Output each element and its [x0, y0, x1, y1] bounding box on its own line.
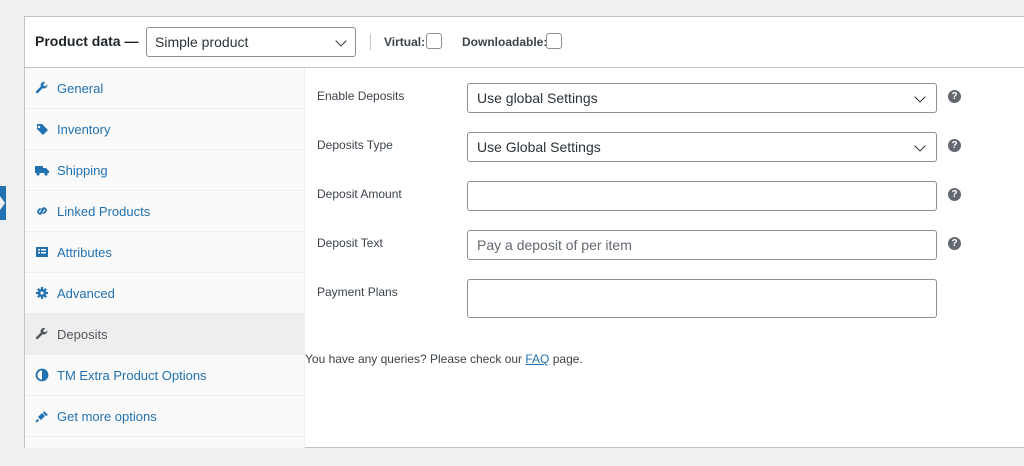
tab-label: Shipping	[57, 162, 108, 178]
plugin-icon	[35, 409, 49, 423]
faq-link[interactable]: FAQ	[525, 352, 549, 366]
downloadable-label: Downloadable:	[462, 35, 548, 49]
help-icon[interactable]: ?	[948, 188, 961, 201]
chevron-down-icon	[914, 140, 926, 152]
product-data-tabs: General Inventory Shipping Linked Produc…	[25, 68, 305, 448]
tab-deposits[interactable]: Deposits	[25, 314, 304, 355]
chevron-down-icon	[914, 91, 926, 103]
enable-deposits-select[interactable]: Use global Settings	[467, 83, 937, 113]
tab-label: Get more options	[57, 408, 157, 424]
tab-shipping[interactable]: Shipping	[25, 150, 304, 191]
product-data-panel: Product data — Simple product Virtual: D…	[24, 16, 1024, 448]
deposit-amount-input[interactable]	[467, 181, 937, 211]
panel-header: Product data — Simple product Virtual: D…	[25, 17, 1024, 68]
tab-general[interactable]: General	[25, 68, 304, 109]
help-icon[interactable]: ?	[948, 237, 961, 250]
header-divider	[370, 34, 371, 50]
deposit-text-label: Deposit Text	[317, 236, 383, 250]
link-icon	[35, 204, 49, 218]
faq-note: You have any queries? Please check our F…	[305, 352, 583, 366]
half-circle-icon	[35, 368, 49, 382]
truck-icon	[35, 163, 49, 177]
list-icon	[35, 245, 49, 259]
deposits-type-select[interactable]: Use Global Settings	[467, 132, 937, 162]
tab-label: Attributes	[57, 244, 112, 260]
panel-title: Product data —	[35, 33, 139, 49]
deposit-text-input[interactable]: Pay a deposit of per item	[467, 230, 937, 260]
deposits-type-label: Deposits Type	[317, 138, 393, 152]
virtual-label: Virtual:	[384, 35, 426, 49]
left-gutter	[0, 0, 6, 466]
product-type-select[interactable]: Simple product	[146, 27, 356, 57]
tab-label: TM Extra Product Options	[57, 367, 207, 383]
tag-icon	[35, 122, 49, 136]
tab-label: Deposits	[57, 326, 108, 342]
deposit-amount-label: Deposit Amount	[317, 187, 402, 201]
chevron-down-icon	[335, 35, 347, 47]
enable-deposits-value: Use global Settings	[477, 90, 598, 106]
wrench-icon	[35, 81, 49, 95]
virtual-checkbox[interactable]	[426, 33, 442, 49]
tab-advanced[interactable]: Advanced	[25, 273, 304, 314]
gear-icon	[35, 286, 49, 300]
payment-plans-label: Payment Plans	[317, 285, 398, 299]
tab-label: Linked Products	[57, 203, 151, 219]
tab-inventory[interactable]: Inventory	[25, 109, 304, 150]
tab-attributes[interactable]: Attributes	[25, 232, 304, 273]
enable-deposits-label: Enable Deposits	[317, 89, 405, 103]
deposits-type-value: Use Global Settings	[477, 139, 601, 155]
help-icon[interactable]: ?	[948, 90, 961, 103]
tab-label: Inventory	[57, 121, 111, 137]
product-type-value: Simple product	[155, 34, 249, 50]
deposits-panel: Enable Deposits Use global Settings ? De…	[305, 68, 1024, 448]
faq-note-text-end: page.	[549, 352, 583, 366]
downloadable-checkbox[interactable]	[546, 33, 562, 49]
tab-label: Advanced	[57, 285, 115, 301]
tab-get-more-options[interactable]: Get more options	[25, 396, 304, 437]
tab-label: General	[57, 80, 104, 96]
sidebar-collapse-tab[interactable]	[0, 186, 6, 220]
wrench-icon	[35, 327, 49, 341]
tab-linked-products[interactable]: Linked Products	[25, 191, 304, 232]
faq-note-text: You have any queries? Please check our	[305, 352, 526, 366]
payment-plans-select[interactable]	[467, 279, 937, 318]
help-icon[interactable]: ?	[948, 139, 961, 152]
deposit-text-placeholder: Pay a deposit of per item	[477, 237, 632, 253]
tab-tm-extra-product-options[interactable]: TM Extra Product Options	[25, 355, 304, 396]
